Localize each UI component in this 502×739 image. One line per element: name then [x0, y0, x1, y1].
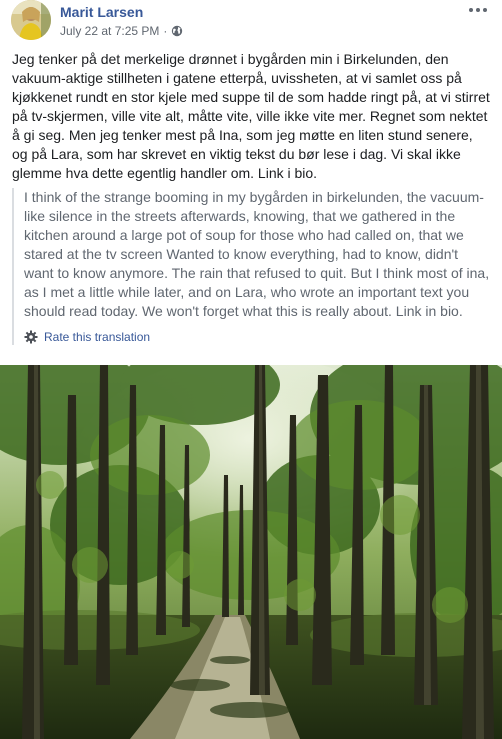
post-timestamp[interactable]: July 22 at 7:25 PM: [60, 23, 159, 39]
author-name[interactable]: Marit Larsen: [60, 3, 143, 21]
avatar[interactable]: [11, 0, 51, 40]
gear-icon[interactable]: [24, 330, 38, 344]
facebook-post: Marit Larsen July 22 at 7:25 PM · Jeg te…: [0, 0, 502, 739]
rate-translation-link[interactable]: Rate this translation: [44, 329, 150, 345]
translation-block: I think of the strange booming in my byg…: [12, 188, 490, 345]
post-header: Marit Larsen July 22 at 7:25 PM ·: [0, 0, 502, 42]
post-text: Jeg tenker på det merkelige drønnet i by…: [12, 51, 490, 181]
forest-path-photo[interactable]: [0, 365, 502, 739]
translation-text: I think of the strange booming in my byg…: [24, 189, 490, 319]
rate-translation: Rate this translation: [24, 329, 490, 345]
post-meta: July 22 at 7:25 PM ·: [60, 23, 183, 39]
meta-separator: ·: [163, 24, 168, 38]
more-horizontal-icon[interactable]: [466, 2, 490, 18]
globe-icon[interactable]: [171, 25, 183, 37]
